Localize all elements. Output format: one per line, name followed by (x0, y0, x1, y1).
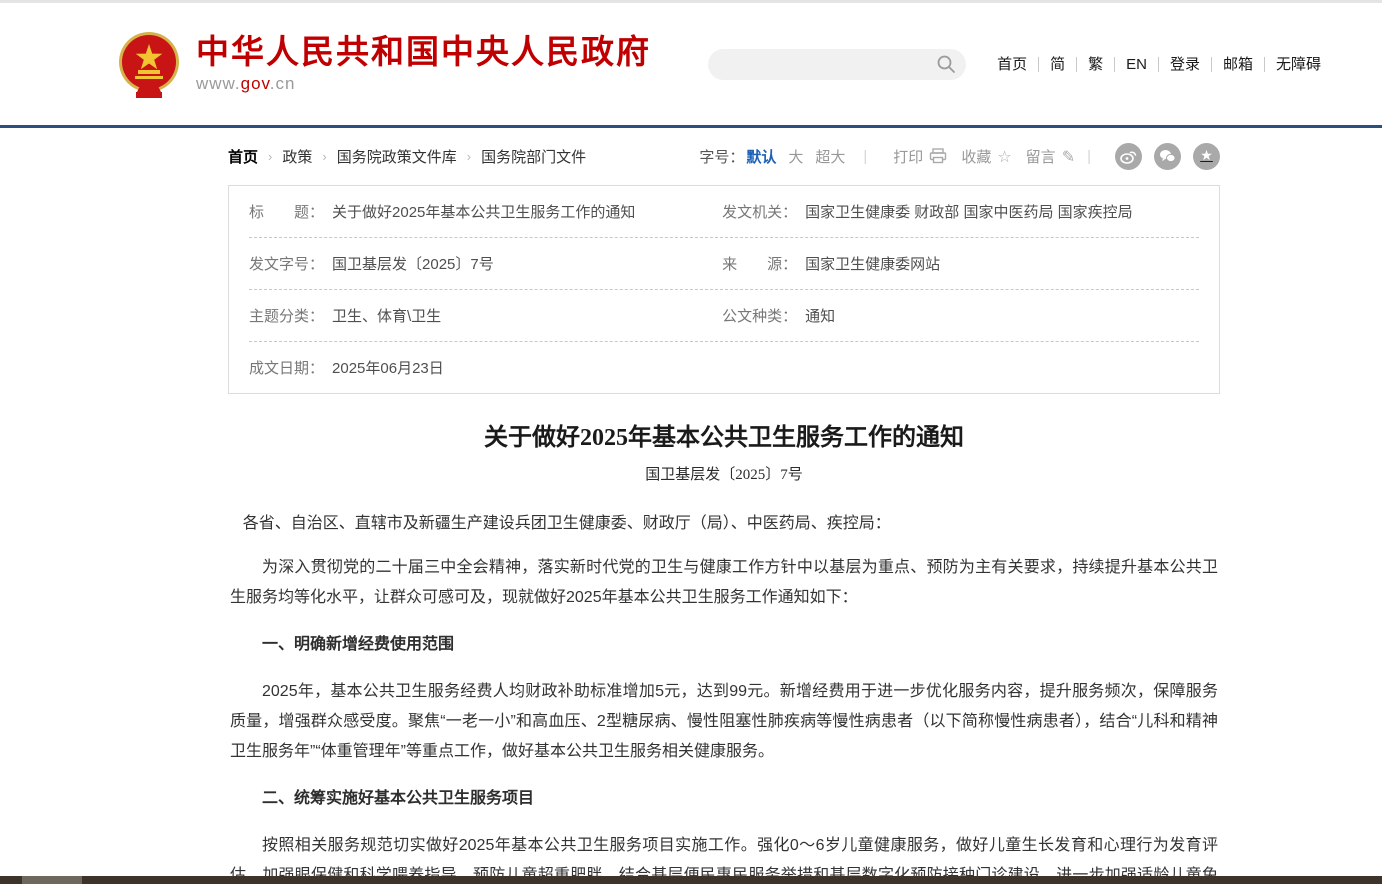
toolbar-divider: | (1087, 148, 1091, 165)
font-size-default-button[interactable]: 默认 (746, 146, 776, 167)
share-weibo-button[interactable] (1115, 143, 1142, 170)
article-title: 关于做好2025年基本公共卫生服务工作的通知 (228, 417, 1220, 452)
qzone-star-icon: ★ (1200, 149, 1213, 163)
comment-label: 留言 (1026, 146, 1056, 167)
meta-category-value: 卫生、体育\卫生 (332, 305, 441, 326)
breadcrumb-home[interactable]: 首页 (228, 146, 258, 167)
wechat-icon (1159, 149, 1176, 163)
search-input[interactable] (724, 56, 936, 72)
nav-login[interactable]: 登录 (1158, 57, 1211, 72)
breadcrumb-separator: › (312, 149, 336, 164)
breadcrumb-toolbar-row: 首页 › 政策 › 国务院政策文件库 › 国务院部门文件 字号： 默认 大 超大… (228, 144, 1220, 168)
meta-issuing-agency: 发文机关： 国家卫生健康委 财政部 国家中医药局 国家疾控局 (722, 201, 1199, 222)
national-emblem-logo[interactable] (118, 28, 180, 100)
nav-traditional[interactable]: 繁 (1076, 57, 1114, 72)
site-brand: 中华人民共和国中央人民政府 www.gov.cn (196, 34, 651, 94)
search-icon[interactable] (936, 54, 956, 74)
breadcrumb-separator: › (457, 149, 481, 164)
main-content: 首页 › 政策 › 国务院政策文件库 › 国务院部门文件 字号： 默认 大 超大… (228, 144, 1220, 884)
url-gov: gov (241, 74, 270, 93)
share-wechat-button[interactable] (1154, 143, 1181, 170)
top-nav: 首页 简 繁 EN 登录 邮箱 无障碍 (986, 57, 1332, 72)
breadcrumb-separator: › (258, 149, 282, 164)
site-url: www.gov.cn (196, 74, 651, 94)
meta-type-value: 通知 (805, 305, 835, 326)
article-doc-number: 国卫基层发〔2025〕7号 (228, 463, 1220, 484)
share-buttons: ★ (1103, 143, 1220, 170)
article-salutation: 各省、自治区、直辖市及新疆生产建设兵团卫生健康委、财政厅（局）、中医药局、疾控局… (230, 509, 1218, 539)
star-icon: ☆ (997, 147, 1011, 166)
url-prefix: www. (196, 74, 241, 93)
footer-segment (22, 876, 82, 884)
print-button[interactable]: 打印 (893, 146, 947, 167)
meta-issue-date: 成文日期： 2025年06月23日 (249, 357, 722, 378)
print-label: 打印 (893, 146, 923, 167)
site-header: 中华人民共和国中央人民政府 www.gov.cn 首页 简 繁 EN 登录 邮箱… (0, 3, 1382, 125)
article-section-heading-1: 一、明确新增经费使用范围 (230, 630, 1218, 660)
meta-agency-label: 发文机关： (722, 201, 797, 222)
breadcrumb: 首页 › 政策 › 国务院政策文件库 › 国务院部门文件 (228, 146, 586, 167)
meta-title-label: 标 题： (249, 201, 324, 222)
breadcrumb-policy[interactable]: 政策 (282, 146, 312, 167)
meta-date-value: 2025年06月23日 (332, 357, 444, 378)
printer-icon (929, 148, 947, 164)
pencil-icon: ✎ (1062, 147, 1075, 166)
meta-doc-type: 公文种类： 通知 (722, 305, 1199, 326)
toolbar-divider: | (863, 148, 867, 165)
font-size-label: 字号： (699, 146, 744, 167)
font-size-xlarge-button[interactable]: 超大 (815, 146, 845, 167)
breadcrumb-department-docs[interactable]: 国务院部门文件 (481, 146, 586, 167)
favorite-label: 收藏 (961, 146, 991, 167)
header-divider (0, 125, 1382, 128)
nav-english[interactable]: EN (1114, 57, 1158, 72)
share-qzone-button[interactable]: ★ (1193, 143, 1220, 170)
search-box[interactable] (708, 49, 966, 80)
meta-source: 来 源： 国家卫生健康委网站 (722, 253, 1199, 274)
meta-title: 标 题： 关于做好2025年基本公共卫生服务工作的通知 (249, 201, 722, 222)
meta-title-value: 关于做好2025年基本公共卫生服务工作的通知 (332, 201, 635, 222)
nav-simplified[interactable]: 简 (1038, 57, 1076, 72)
meta-date-label: 成文日期： (249, 357, 324, 378)
meta-number-value: 国卫基层发〔2025〕7号 (332, 253, 494, 274)
meta-source-label: 来 源： (722, 253, 797, 274)
meta-row-category-type: 主题分类： 卫生、体育\卫生 公文种类： 通知 (249, 290, 1199, 342)
weibo-icon (1120, 149, 1137, 164)
meta-doc-number: 发文字号： 国卫基层发〔2025〕7号 (249, 253, 722, 274)
meta-source-value: 国家卫生健康委网站 (805, 253, 940, 274)
site-title: 中华人民共和国中央人民政府 (196, 34, 651, 70)
font-size-large-button[interactable]: 大 (788, 146, 803, 167)
article-paragraph: 2025年，基本公共卫生服务经费人均财政补助标准增加5元，达到99元。新增经费用… (230, 677, 1218, 767)
nav-home[interactable]: 首页 (986, 57, 1038, 72)
nav-mailbox[interactable]: 邮箱 (1211, 57, 1264, 72)
meta-number-label: 发文字号： (249, 253, 324, 274)
meta-row-date: 成文日期： 2025年06月23日 (249, 342, 1199, 393)
comment-button[interactable]: 留言 ✎ (1026, 146, 1075, 167)
article-section-heading-2: 二、统筹实施好基本公共卫生服务项目 (230, 784, 1218, 814)
meta-row-title-agency: 标 题： 关于做好2025年基本公共卫生服务工作的通知 发文机关： 国家卫生健康… (249, 186, 1199, 238)
meta-agency-value: 国家卫生健康委 财政部 国家中医药局 国家疾控局 (805, 201, 1133, 222)
favorite-button[interactable]: 收藏 ☆ (961, 146, 1011, 167)
document-meta-table: 标 题： 关于做好2025年基本公共卫生服务工作的通知 发文机关： 国家卫生健康… (228, 185, 1220, 394)
meta-empty-cell (722, 357, 1199, 378)
breadcrumb-policy-library[interactable]: 国务院政策文件库 (337, 146, 457, 167)
article-toolbar: 字号： 默认 大 超大 | 打印 收藏 ☆ 留言 ✎ | (699, 143, 1220, 170)
meta-row-number-source: 发文字号： 国卫基层发〔2025〕7号 来 源： 国家卫生健康委网站 (249, 238, 1199, 290)
nav-accessibility[interactable]: 无障碍 (1264, 57, 1332, 72)
page-footer-bar (0, 876, 1382, 884)
article-paragraph: 为深入贯彻党的二十届三中全会精神，落实新时代党的卫生与健康工作方针中以基层为重点… (230, 553, 1218, 613)
meta-category-label: 主题分类： (249, 305, 324, 326)
meta-topic-category: 主题分类： 卫生、体育\卫生 (249, 305, 722, 326)
article-body: 各省、自治区、直辖市及新疆生产建设兵团卫生健康委、财政厅（局）、中医药局、疾控局… (228, 509, 1220, 884)
url-suffix: .cn (270, 74, 296, 93)
meta-type-label: 公文种类： (722, 305, 797, 326)
